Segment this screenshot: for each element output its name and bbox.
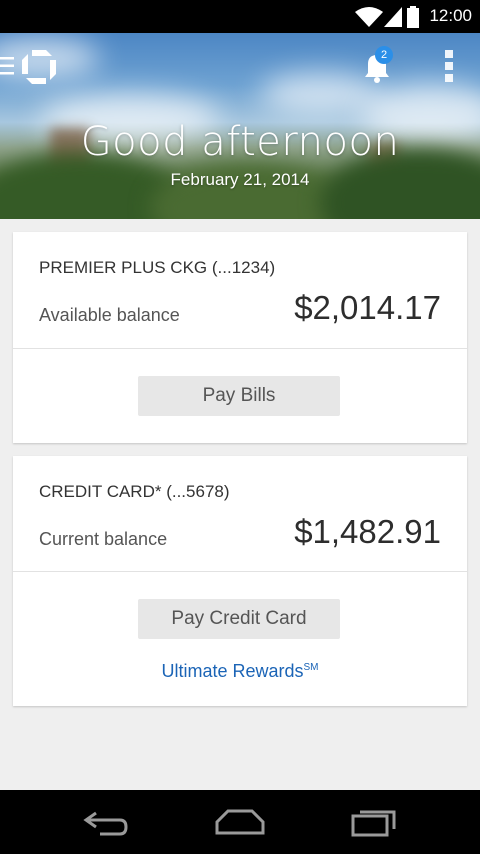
greeting-title: Good afternoon xyxy=(80,119,400,165)
balance-label: Available balance xyxy=(39,305,180,325)
back-icon[interactable] xyxy=(82,810,130,836)
ultimate-rewards-link[interactable]: Ultimate RewardsSM xyxy=(13,661,467,682)
status-time: 12:00 xyxy=(429,6,472,25)
balance-value: $2,014.17 xyxy=(294,289,441,326)
home-icon[interactable] xyxy=(214,808,266,836)
card-divider xyxy=(13,348,467,349)
service-mark: SM xyxy=(303,662,319,673)
signal-icon xyxy=(384,7,402,27)
balance-label: Current balance xyxy=(39,529,168,549)
battery-icon xyxy=(407,6,419,28)
pay-credit-card-button[interactable]: Pay Credit Card xyxy=(138,599,340,639)
status-bar: 12:00 xyxy=(0,0,480,33)
card-divider xyxy=(13,571,467,572)
account-name: CREDIT CARD* (...5678) xyxy=(39,482,230,501)
account-card-credit[interactable]: CREDIT CARD* (...5678) Current balance $… xyxy=(13,456,467,706)
account-name: PREMIER PLUS CKG (...1234) xyxy=(39,258,276,277)
system-nav-bar xyxy=(0,790,480,854)
greeting-date: February 21, 2014 xyxy=(170,170,310,189)
overflow-menu-icon[interactable] xyxy=(444,49,454,83)
recents-icon[interactable] xyxy=(350,807,400,837)
hero-header: 2 Good afternoon February 21, 2014 xyxy=(0,33,480,219)
balance-value: $1,482.91 xyxy=(294,513,441,550)
pay-bills-button[interactable]: Pay Bills xyxy=(138,376,340,416)
chase-logo[interactable] xyxy=(20,48,58,86)
ultimate-rewards-label[interactable]: Ultimate Rewards xyxy=(161,661,303,681)
menu-icon[interactable] xyxy=(0,55,14,77)
notification-badge[interactable]: 2 xyxy=(375,46,393,64)
wifi-icon xyxy=(355,7,383,27)
account-card-checking[interactable]: PREMIER PLUS CKG (...1234) Available bal… xyxy=(13,232,467,443)
